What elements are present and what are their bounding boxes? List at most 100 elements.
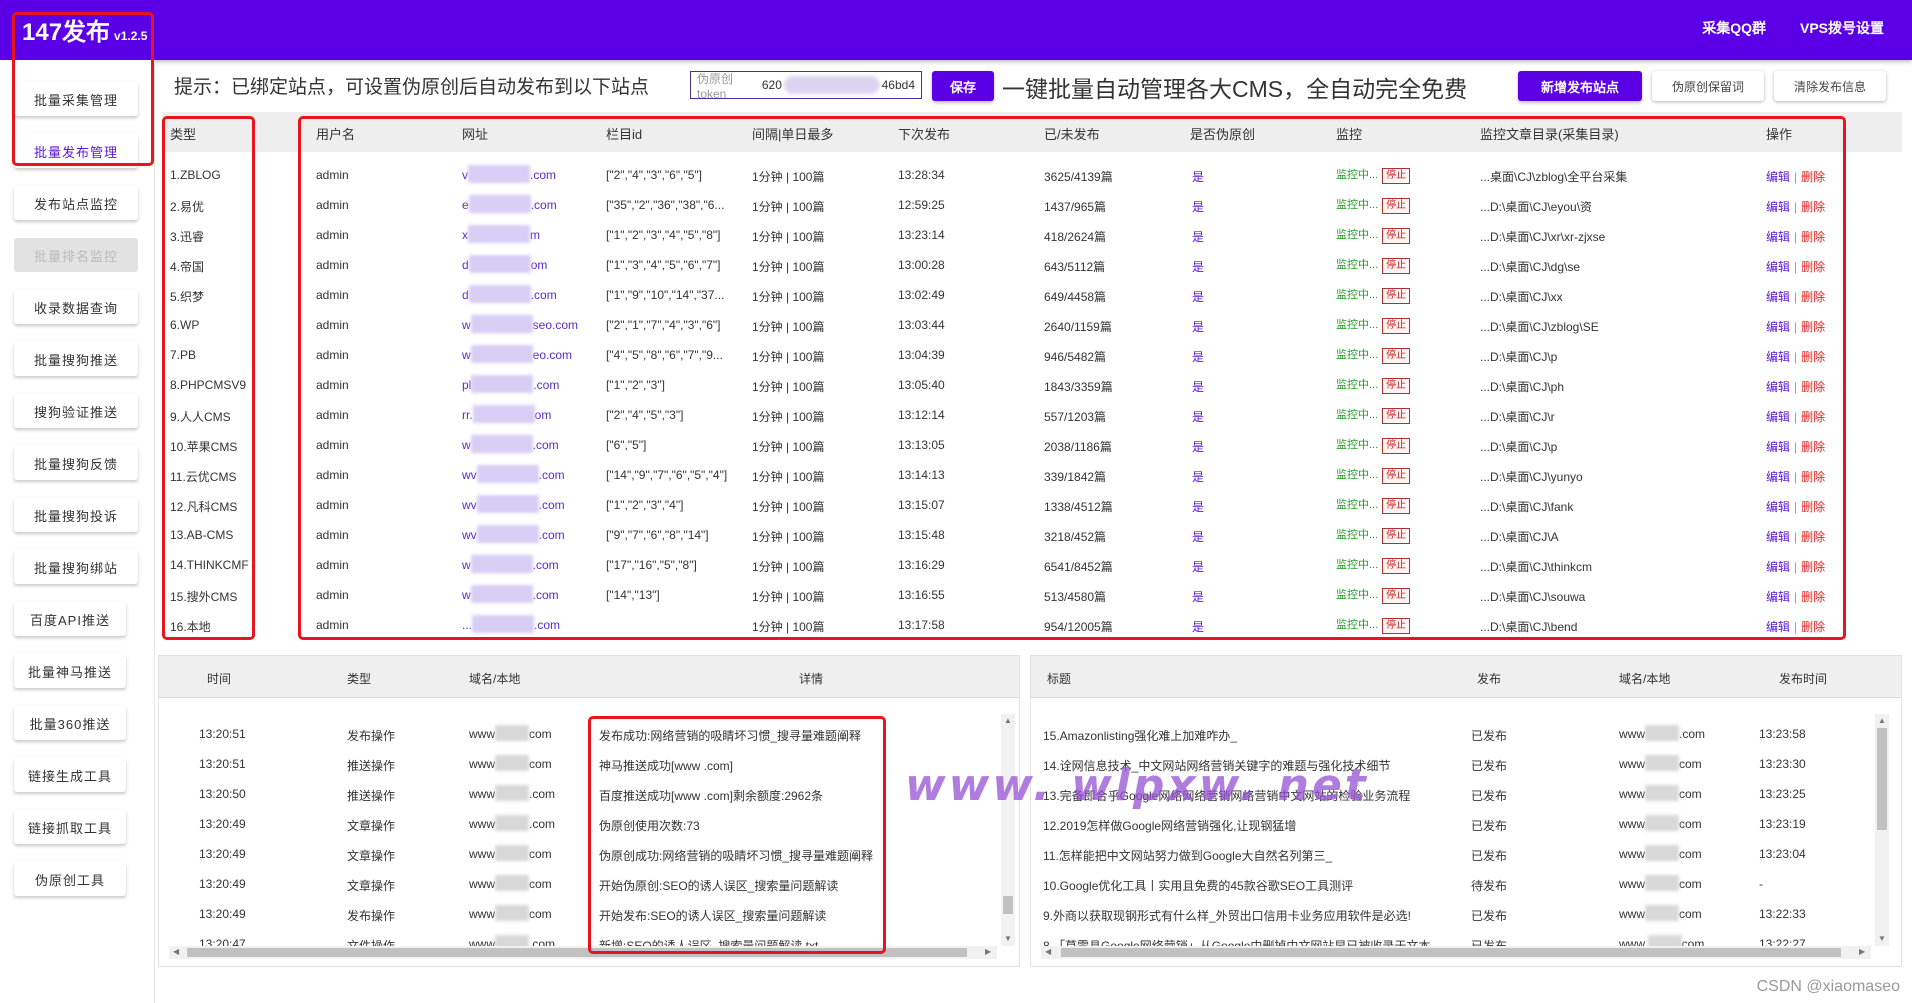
sidebar-item[interactable]: 发布站点监控 (14, 186, 138, 220)
articles-hscroll-thumb[interactable] (1061, 948, 1841, 957)
articles-horizontal-scrollbar[interactable]: ◀ ▶ (1041, 946, 1871, 959)
sidebar-item[interactable]: 伪原创工具 (14, 862, 126, 896)
articles-vscroll-thumb[interactable] (1877, 728, 1887, 830)
delete-link[interactable]: 删除 (1801, 530, 1825, 544)
sidebar-item[interactable]: 批量搜狗投诉 (14, 498, 138, 532)
site-url-link[interactable]: w .com (462, 554, 559, 573)
site-url-link[interactable]: e .com (462, 194, 557, 213)
delete-link[interactable]: 删除 (1801, 380, 1825, 394)
log-vertical-scrollbar[interactable]: ▲ ▼ (1001, 714, 1015, 946)
edit-link[interactable]: 编辑 (1766, 350, 1790, 364)
sidebar-item[interactable]: 批量发布管理 (14, 134, 138, 168)
qq-group-link[interactable]: 采集QQ群 (1702, 18, 1766, 38)
scroll-down-icon[interactable]: ▼ (1878, 934, 1886, 943)
log-vscroll-thumb[interactable] (1003, 896, 1013, 914)
sidebar-item[interactable]: 搜狗验证推送 (14, 394, 138, 428)
edit-link[interactable]: 编辑 (1766, 200, 1790, 214)
scroll-up-icon[interactable]: ▲ (1878, 716, 1886, 725)
delete-link[interactable]: 删除 (1801, 500, 1825, 514)
delete-link[interactable]: 删除 (1801, 410, 1825, 424)
sidebar-item[interactable]: 链接抓取工具 (14, 810, 126, 844)
save-button[interactable]: 保存 (932, 71, 994, 101)
scroll-right-icon[interactable]: ▶ (985, 947, 991, 956)
site-url-link[interactable]: w .com (462, 584, 559, 603)
edit-link[interactable]: 编辑 (1766, 260, 1790, 274)
log-horizontal-scrollbar[interactable]: ◀ ▶ (169, 946, 997, 959)
edit-link[interactable]: 编辑 (1766, 590, 1790, 604)
stop-monitor-button[interactable]: 停止 (1382, 318, 1411, 334)
edit-link[interactable]: 编辑 (1766, 170, 1790, 184)
keep-words-button[interactable]: 伪原创保留词 (1652, 71, 1764, 101)
sidebar-item[interactable]: 收录数据查询 (14, 290, 138, 324)
site-url-link[interactable]: ... .com (462, 614, 560, 633)
site-url-link[interactable]: w seo.com (462, 314, 578, 333)
stop-monitor-button[interactable]: 停止 (1382, 228, 1411, 244)
sidebar-item[interactable]: 批量搜狗推送 (14, 342, 138, 376)
edit-link[interactable]: 编辑 (1766, 230, 1790, 244)
stop-monitor-button[interactable]: 停止 (1382, 528, 1411, 544)
site-url-link[interactable]: w .com (462, 434, 559, 453)
sidebar-item[interactable]: 百度API推送 (14, 602, 126, 636)
add-site-button[interactable]: 新增发布站点 (1518, 71, 1642, 101)
edit-link[interactable]: 编辑 (1766, 620, 1790, 634)
scroll-left-icon[interactable]: ◀ (173, 947, 179, 956)
stop-monitor-button[interactable]: 停止 (1382, 498, 1411, 514)
delete-link[interactable]: 删除 (1801, 290, 1825, 304)
edit-link[interactable]: 编辑 (1766, 380, 1790, 394)
stop-monitor-button[interactable]: 停止 (1382, 408, 1411, 424)
site-url-link[interactable]: w eo.com (462, 344, 572, 363)
stop-monitor-button[interactable]: 停止 (1382, 558, 1411, 574)
sidebar-item[interactable]: 批量搜狗绑站 (14, 550, 138, 584)
sidebar-item[interactable]: 批量360推送 (14, 706, 126, 740)
scroll-down-icon[interactable]: ▼ (1004, 934, 1012, 943)
articles-vertical-scrollbar[interactable]: ▲ ▼ (1875, 714, 1889, 946)
stop-monitor-button[interactable]: 停止 (1382, 348, 1411, 364)
edit-link[interactable]: 编辑 (1766, 290, 1790, 304)
vps-dial-settings-link[interactable]: VPS拨号设置 (1800, 18, 1884, 38)
site-url-link[interactable]: xm (462, 224, 540, 243)
edit-link[interactable]: 编辑 (1766, 320, 1790, 334)
scroll-right-icon[interactable]: ▶ (1859, 947, 1865, 956)
stop-monitor-button[interactable]: 停止 (1382, 588, 1411, 604)
site-url-link[interactable]: wv .com (462, 494, 565, 513)
delete-link[interactable]: 删除 (1801, 170, 1825, 184)
edit-link[interactable]: 编辑 (1766, 530, 1790, 544)
sidebar-item[interactable]: 批量采集管理 (14, 82, 138, 116)
site-url-link[interactable]: d .com (462, 284, 557, 303)
stop-monitor-button[interactable]: 停止 (1382, 168, 1411, 184)
delete-link[interactable]: 删除 (1801, 620, 1825, 634)
delete-link[interactable]: 删除 (1801, 470, 1825, 484)
delete-link[interactable]: 删除 (1801, 440, 1825, 454)
sidebar-item[interactable]: 批量神马推送 (14, 654, 126, 688)
site-url-link[interactable]: wv .com (462, 524, 565, 543)
edit-link[interactable]: 编辑 (1766, 500, 1790, 514)
stop-monitor-button[interactable]: 停止 (1382, 288, 1411, 304)
stop-monitor-button[interactable]: 停止 (1382, 438, 1411, 454)
sidebar-item[interactable]: 批量搜狗反馈 (14, 446, 138, 480)
stop-monitor-button[interactable]: 停止 (1382, 378, 1411, 394)
site-url-link[interactable]: rr. om (462, 404, 551, 423)
edit-link[interactable]: 编辑 (1766, 410, 1790, 424)
stop-monitor-button[interactable]: 停止 (1382, 258, 1411, 274)
delete-link[interactable]: 删除 (1801, 560, 1825, 574)
token-input[interactable]: 伪原创token 620 46bd4 (690, 71, 922, 101)
site-url-link[interactable]: pl .com (462, 374, 559, 393)
delete-link[interactable]: 删除 (1801, 200, 1825, 214)
stop-monitor-button[interactable]: 停止 (1382, 468, 1411, 484)
site-url-link[interactable]: v .com (462, 164, 556, 183)
sidebar-item[interactable]: 链接生成工具 (14, 758, 126, 792)
delete-link[interactable]: 删除 (1801, 260, 1825, 274)
delete-link[interactable]: 删除 (1801, 590, 1825, 604)
stop-monitor-button[interactable]: 停止 (1382, 198, 1411, 214)
delete-link[interactable]: 删除 (1801, 320, 1825, 334)
scroll-left-icon[interactable]: ◀ (1045, 947, 1051, 956)
delete-link[interactable]: 删除 (1801, 350, 1825, 364)
edit-link[interactable]: 编辑 (1766, 440, 1790, 454)
edit-link[interactable]: 编辑 (1766, 560, 1790, 574)
scroll-up-icon[interactable]: ▲ (1004, 716, 1012, 725)
site-url-link[interactable]: d om (462, 254, 547, 273)
clear-info-button[interactable]: 清除发布信息 (1774, 71, 1886, 101)
delete-link[interactable]: 删除 (1801, 230, 1825, 244)
site-url-link[interactable]: wv .com (462, 464, 565, 483)
stop-monitor-button[interactable]: 停止 (1382, 618, 1411, 634)
